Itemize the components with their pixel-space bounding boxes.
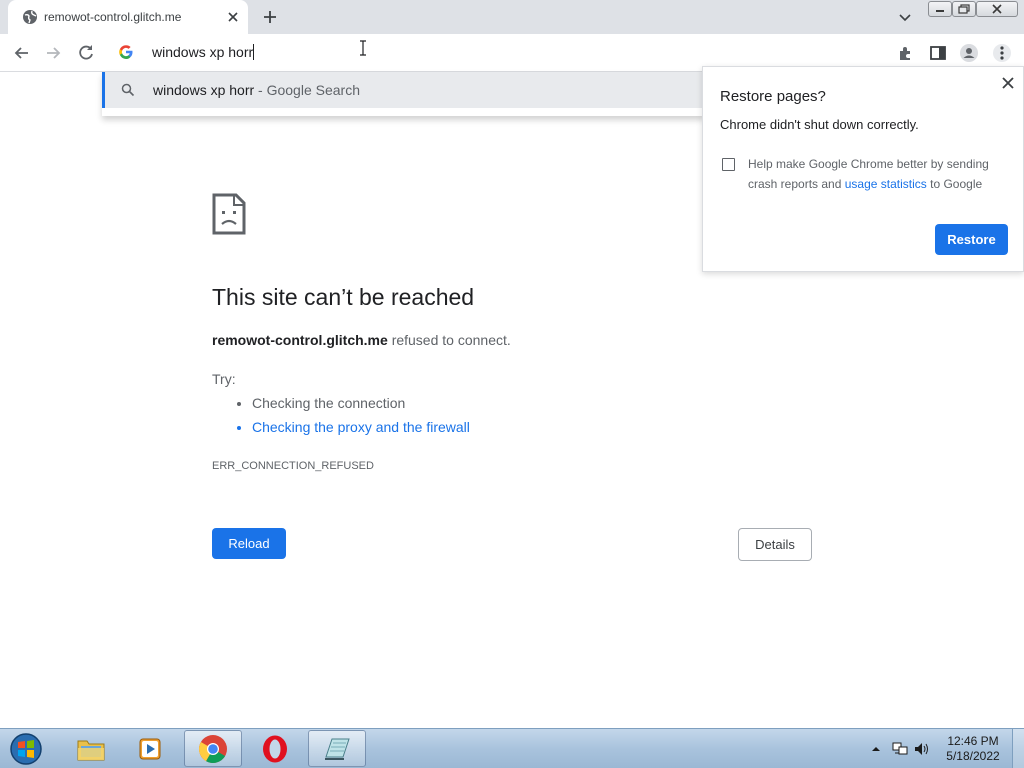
taskbar-chrome[interactable] [184, 730, 242, 767]
taskbar-explorer[interactable] [62, 730, 120, 767]
taskbar-media-player[interactable] [121, 730, 179, 767]
minimize-button[interactable] [928, 1, 952, 17]
suggestion-check-proxy-link[interactable]: Checking the proxy and the firewall [252, 419, 470, 443]
omnibox-dropdown: windows xp horr - Google Search [102, 72, 704, 116]
taskbar-clock[interactable]: 12:46 PM 5/18/2022 [938, 734, 1008, 764]
crash-reports-checkbox[interactable] [722, 158, 735, 171]
tab-strip: remowot-control.glitch.me [0, 0, 1024, 34]
back-icon[interactable] [12, 43, 32, 63]
address-bar-value: windows xp horr [152, 44, 254, 60]
minimize-icon [936, 10, 944, 12]
taskbar: 12:46 PM 5/18/2022 [0, 728, 1024, 768]
search-icon [121, 83, 135, 97]
show-desktop-button[interactable] [1012, 729, 1024, 768]
taskbar-notepad[interactable] [308, 730, 366, 767]
restore-pages-bubble: Restore pages? Chrome didn't shut down c… [702, 66, 1024, 272]
google-icon [119, 45, 133, 59]
folder-icon [77, 740, 105, 760]
tab-title: remowot-control.glitch.me [44, 10, 182, 24]
clock-date: 5/18/2022 [946, 749, 1000, 763]
error-code: ERR_CONNECTION_REFUSED [212, 460, 374, 472]
taskbar-opera[interactable] [246, 730, 304, 767]
notepad-icon [325, 738, 350, 760]
crash-reports-text-end: to Google [930, 177, 983, 191]
error-title: This site can’t be reached [212, 284, 475, 310]
menu-kebab-icon[interactable] [992, 43, 1012, 63]
chevron-down-icon[interactable] [898, 10, 912, 24]
error-message: refused to connect. [391, 332, 511, 348]
error-host: remowot-control.glitch.me [212, 332, 388, 348]
new-tab-icon[interactable] [262, 9, 278, 25]
start-button[interactable] [4, 731, 48, 767]
suggestion-query: windows xp horr [153, 82, 255, 98]
chrome-icon [199, 734, 227, 763]
try-label: Try: [212, 371, 236, 387]
globe-icon [23, 10, 37, 24]
opera-icon [263, 735, 287, 762]
side-panel-icon[interactable] [928, 43, 948, 63]
text-caret [253, 44, 255, 60]
network-icon[interactable] [892, 742, 908, 756]
bubble-message: Chrome didn't shut down correctly. [720, 117, 919, 132]
close-icon [992, 4, 1002, 14]
sad-page-icon [212, 193, 246, 235]
windows-logo-icon [10, 733, 42, 765]
extensions-icon[interactable] [896, 43, 916, 63]
reload-icon[interactable] [76, 43, 96, 63]
reload-button[interactable]: Reload [212, 528, 286, 559]
close-tab-icon[interactable] [226, 10, 240, 24]
address-bar[interactable]: windows xp horr [102, 34, 890, 70]
try-suggestions: Checking the connection Checking the pro… [234, 395, 470, 443]
show-hidden-icons-icon[interactable] [868, 742, 884, 756]
bubble-title: Restore pages? [720, 88, 826, 105]
suggestion-text: windows xp horr - Google Search [153, 82, 360, 98]
profile-icon[interactable] [959, 43, 979, 63]
volume-icon[interactable] [914, 742, 930, 756]
ibeam-cursor-icon [360, 40, 366, 56]
restore-down-icon [958, 4, 970, 14]
close-icon[interactable] [1001, 76, 1015, 90]
search-suggestion[interactable]: windows xp horr - Google Search [102, 72, 704, 108]
suggestion-suffix: - Google Search [258, 82, 360, 98]
browser-tab[interactable]: remowot-control.glitch.me [8, 0, 248, 34]
media-player-icon [139, 738, 161, 759]
clock-time: 12:46 PM [947, 734, 999, 748]
restore-button[interactable]: Restore [935, 224, 1008, 255]
crash-reports-label: Help make Google Chrome better by sendin… [748, 154, 1008, 194]
restore-down-button[interactable] [952, 1, 976, 17]
details-button[interactable]: Details [738, 528, 812, 561]
forward-icon[interactable] [43, 43, 63, 63]
suggestion-check-connection: Checking the connection [252, 395, 470, 419]
address-bar-text: windows xp horr [152, 44, 255, 60]
error-description: remowot-control.glitch.me refused to con… [212, 332, 511, 348]
usage-statistics-link[interactable]: usage statistics [845, 177, 927, 191]
close-window-button[interactable] [976, 1, 1018, 17]
